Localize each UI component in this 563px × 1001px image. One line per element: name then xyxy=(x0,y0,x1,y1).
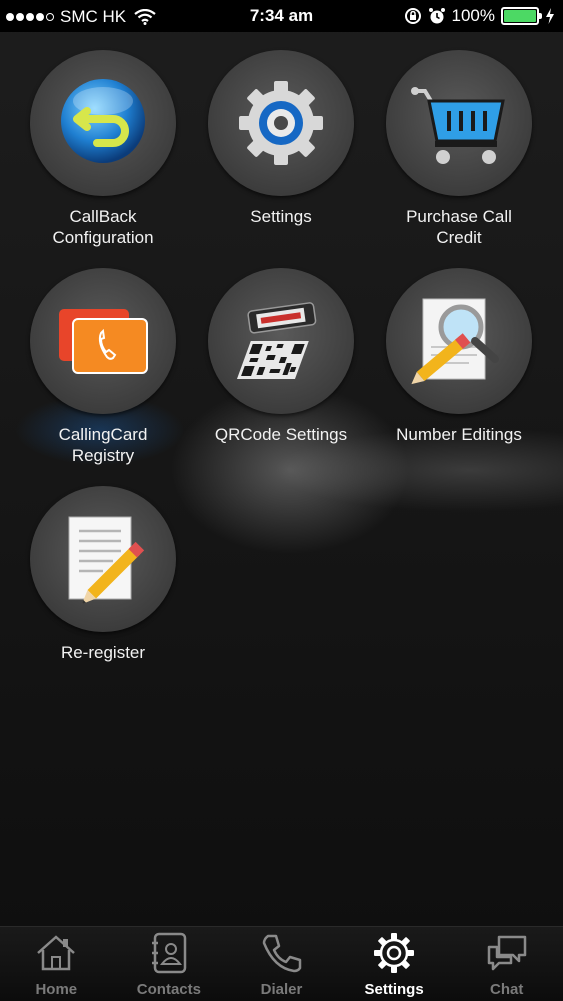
phone-icon xyxy=(263,934,302,973)
re-register-tile[interactable]: Re-register xyxy=(23,486,183,663)
document-search-icon xyxy=(411,298,499,385)
shopping-cart-icon xyxy=(411,87,505,164)
tab-label: Chat xyxy=(490,981,524,998)
tile-circle xyxy=(208,50,354,196)
tab-label: Dialer xyxy=(260,981,303,998)
home-icon xyxy=(37,935,76,971)
qr-code-icon xyxy=(236,302,317,379)
tab-bar: Home Contacts Dialer Settings Chat xyxy=(0,926,563,1001)
tile-label: CallBack Configuration xyxy=(52,207,154,247)
tile-label: Settings xyxy=(250,207,312,226)
battery-percent: 100% xyxy=(451,6,495,25)
tile-circle xyxy=(386,268,532,414)
tab-contacts[interactable]: Contacts xyxy=(113,927,226,1001)
notepad-pencil-icon xyxy=(68,516,145,605)
calling-card-icon xyxy=(59,309,148,374)
tile-circle xyxy=(208,268,354,414)
callback-configuration-tile[interactable]: CallBack Configuration xyxy=(23,50,183,248)
tile-label: CallingCard Registry xyxy=(58,425,148,465)
qrcode-settings-tile[interactable]: QRCode Settings xyxy=(201,268,361,445)
tab-home[interactable]: Home xyxy=(0,927,113,1001)
tab-chat[interactable]: Chat xyxy=(450,927,563,1001)
tab-dialer[interactable]: Dialer xyxy=(225,927,338,1001)
alarm-icon xyxy=(428,8,445,24)
tile-circle xyxy=(30,268,176,414)
tile-label: Purchase Call Credit xyxy=(406,207,512,247)
contacts-icon xyxy=(151,932,187,974)
tab-label: Contacts xyxy=(136,981,201,998)
gear-icon xyxy=(239,81,323,165)
status-bar: SMC HK 7:34 am 100% xyxy=(0,0,563,32)
charging-bolt-icon xyxy=(546,8,554,24)
tile-circle xyxy=(30,50,176,196)
tile-label: Number Editings xyxy=(396,425,522,444)
tile-label: QRCode Settings xyxy=(214,425,348,444)
callback-arrow-icon xyxy=(61,79,145,163)
chat-bubbles-icon xyxy=(487,935,526,971)
settings-tile[interactable]: Settings xyxy=(201,50,361,227)
gear-icon xyxy=(374,933,415,973)
purchase-call-credit-tile[interactable]: Purchase Call Credit xyxy=(379,50,539,248)
tile-circle xyxy=(30,486,176,632)
battery-icon xyxy=(501,7,542,25)
number-editings-tile[interactable]: Number Editings xyxy=(379,268,539,445)
tile-label: Re-register xyxy=(60,643,146,662)
tab-settings[interactable]: Settings xyxy=(338,927,451,1001)
tab-label: Home xyxy=(35,981,78,998)
callingcard-registry-tile[interactable]: CallingCard Registry xyxy=(23,268,183,466)
orientation-lock-icon xyxy=(404,8,421,24)
tile-circle xyxy=(386,50,532,196)
tab-label: Settings xyxy=(364,981,424,998)
